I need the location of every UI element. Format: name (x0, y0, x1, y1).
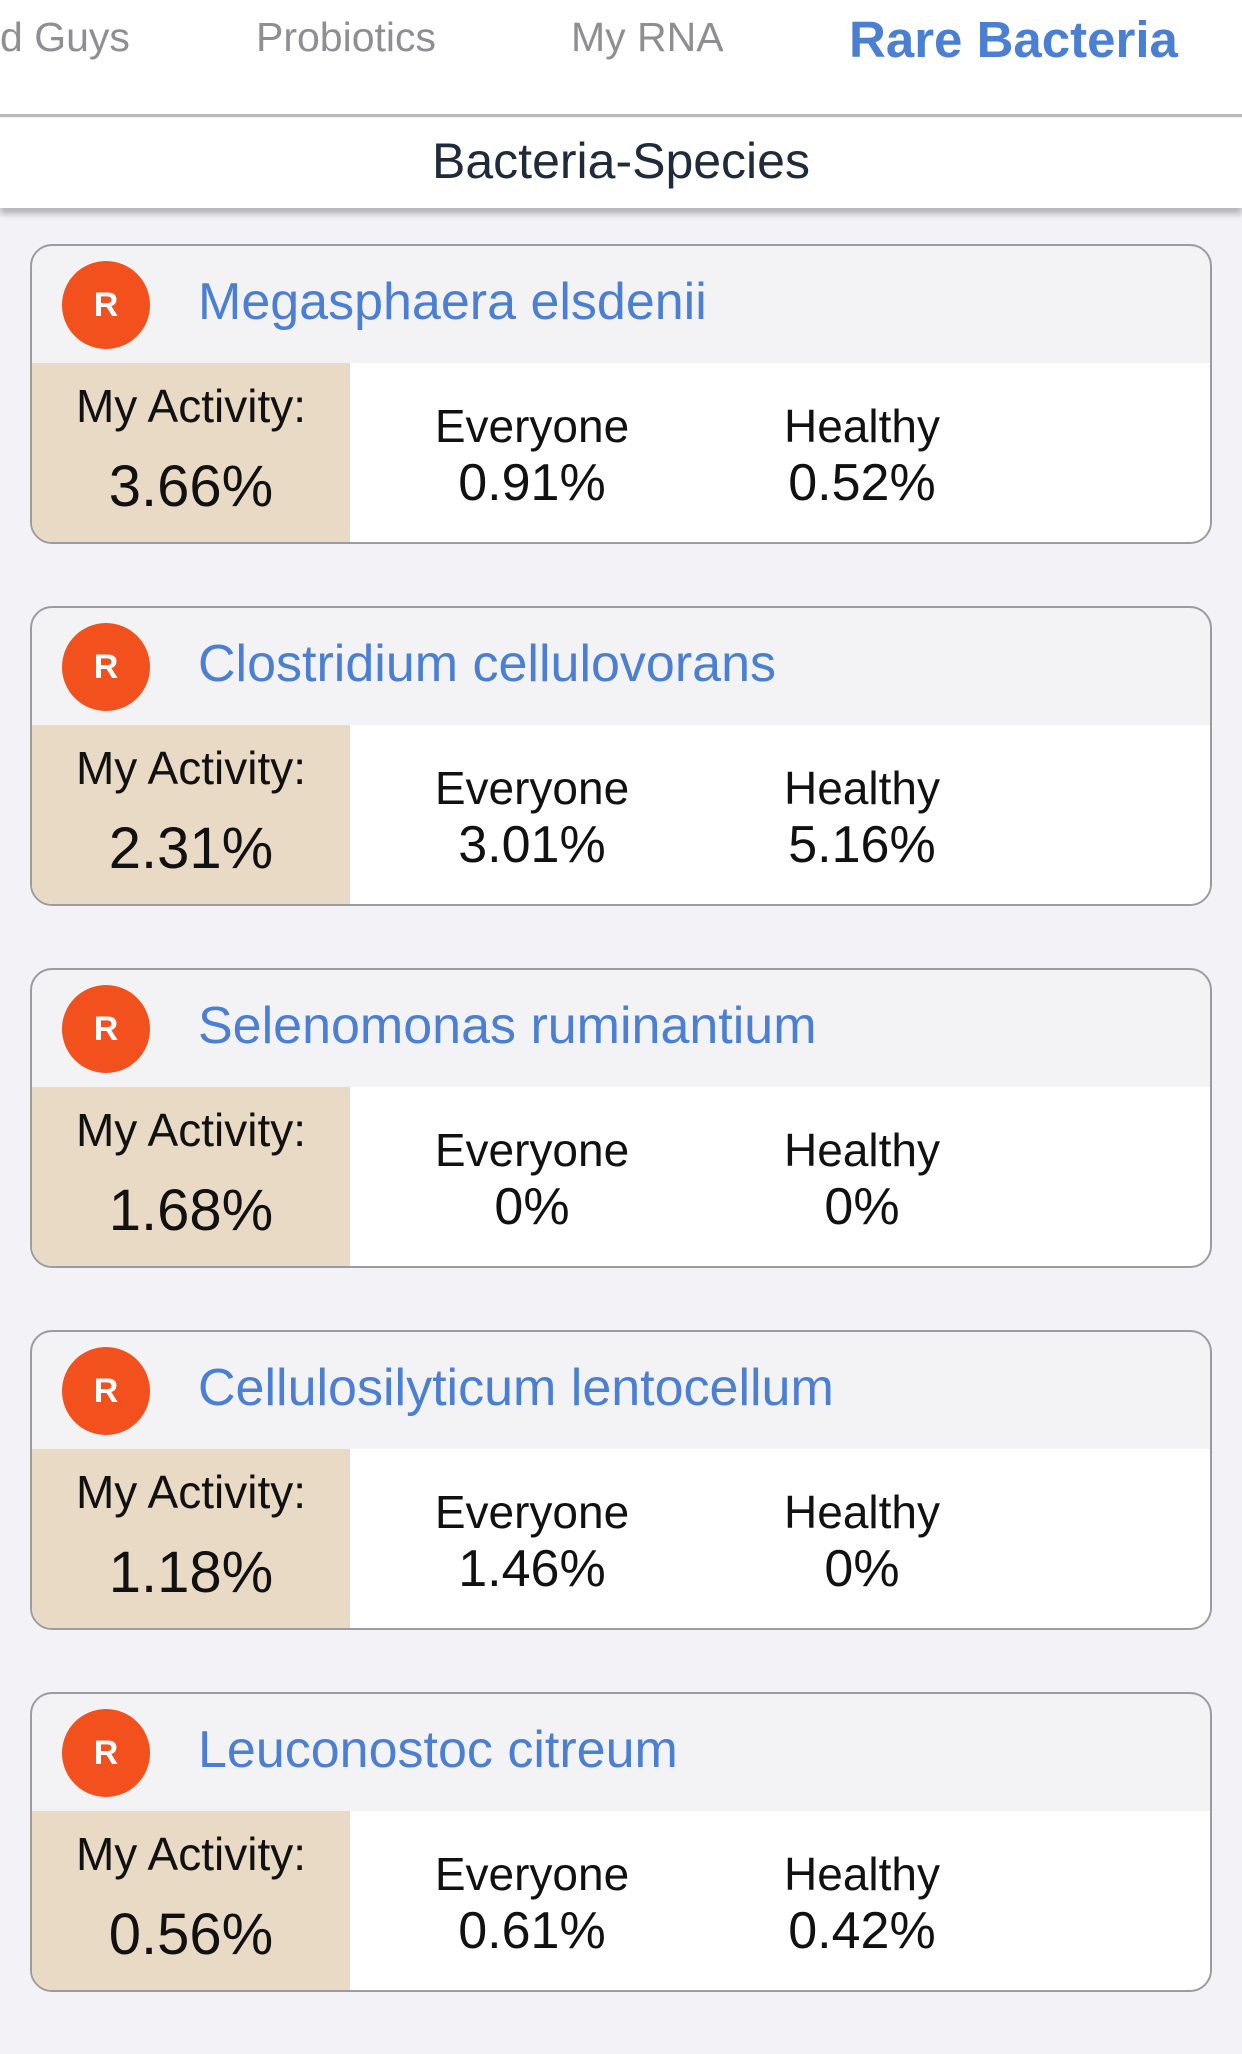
section-header: Bacteria-Species (0, 118, 1242, 208)
rare-badge: R (62, 261, 150, 349)
species-name[interactable]: Leuconostoc citreum (198, 1720, 678, 1780)
everyone-label: Everyone (434, 1486, 630, 1538)
everyone-value: 0.91% (458, 454, 606, 512)
my-activity-cell: My Activity: 1.68% (32, 1087, 350, 1266)
healthy-value: 0% (824, 1540, 900, 1598)
my-activity-value: 2.31% (108, 816, 274, 881)
tab-good-guys[interactable]: d Guys (0, 14, 130, 61)
everyone-label: Everyone (434, 1848, 630, 1900)
species-card-header: R Cellulosilyticum lentocellum (32, 1332, 1210, 1449)
my-activity-label: My Activity: (75, 1466, 307, 1518)
everyone-value: 3.01% (458, 816, 606, 874)
my-activity-label: My Activity: (75, 742, 307, 794)
healthy-value: 0.42% (788, 1902, 936, 1960)
species-list: R Megasphaera elsdenii My Activity: 3.66… (30, 244, 1212, 2054)
species-card-header: R Megasphaera elsdenii (32, 246, 1210, 363)
my-activity-cell: My Activity: 0.56% (32, 1811, 350, 1990)
my-activity-cell: My Activity: 2.31% (32, 725, 350, 904)
tab-rare-bacteria[interactable]: Rare Bacteria (849, 10, 1178, 69)
species-card-header: R Clostridium cellulovorans (32, 608, 1210, 725)
rare-badge: R (62, 985, 150, 1073)
species-card-stats: My Activity: 3.66% Everyone 0.91% Health… (32, 363, 1210, 542)
top-tab-bar: d Guys Probiotics My RNA Rare Bacteria (0, 0, 1242, 117)
species-name[interactable]: Selenomonas ruminantium (198, 996, 817, 1056)
tab-my-rna[interactable]: My RNA (571, 14, 724, 61)
species-card[interactable]: R Selenomonas ruminantium My Activity: 1… (30, 968, 1212, 1268)
my-activity-cell: My Activity: 3.66% (32, 363, 350, 542)
everyone-value: 0.61% (458, 1902, 606, 1960)
species-card[interactable]: R Clostridium cellulovorans My Activity:… (30, 606, 1212, 906)
everyone-label: Everyone (434, 400, 630, 452)
species-card-stats: My Activity: 2.31% Everyone 3.01% Health… (32, 725, 1210, 904)
healthy-value: 0% (824, 1178, 900, 1236)
everyone-value: 1.46% (458, 1540, 606, 1598)
species-name[interactable]: Clostridium cellulovorans (198, 634, 776, 694)
species-name[interactable]: Megasphaera elsdenii (198, 272, 707, 332)
my-activity-value: 1.68% (108, 1178, 274, 1243)
species-card[interactable]: R Leuconostoc citreum My Activity: 0.56%… (30, 1692, 1212, 1992)
rare-badge: R (62, 1347, 150, 1435)
rare-badge: R (62, 1709, 150, 1797)
tab-probiotics[interactable]: Probiotics (256, 14, 436, 61)
healthy-label: Healthy (784, 762, 940, 814)
section-title: Bacteria-Species (432, 133, 810, 189)
everyone-label: Everyone (434, 1124, 630, 1176)
my-activity-label: My Activity: (75, 380, 307, 432)
species-card-header: R Selenomonas ruminantium (32, 970, 1210, 1087)
my-activity-value: 0.56% (108, 1902, 274, 1967)
species-card-header: R Leuconostoc citreum (32, 1694, 1210, 1811)
species-card[interactable]: R Megasphaera elsdenii My Activity: 3.66… (30, 244, 1212, 544)
my-activity-value: 3.66% (108, 454, 274, 519)
species-card-stats: My Activity: 0.56% Everyone 0.61% Health… (32, 1811, 1210, 1990)
species-card-stats: My Activity: 1.68% Everyone 0% Healthy 0… (32, 1087, 1210, 1266)
my-activity-label: My Activity: (75, 1104, 307, 1156)
everyone-value: 0% (494, 1178, 570, 1236)
healthy-label: Healthy (784, 400, 940, 452)
healthy-label: Healthy (784, 1848, 940, 1900)
healthy-label: Healthy (784, 1486, 940, 1538)
my-activity-label: My Activity: (75, 1828, 307, 1880)
species-card[interactable]: R Cellulosilyticum lentocellum My Activi… (30, 1330, 1212, 1630)
healthy-value: 0.52% (788, 454, 936, 512)
my-activity-cell: My Activity: 1.18% (32, 1449, 350, 1628)
healthy-label: Healthy (784, 1124, 940, 1176)
rare-badge: R (62, 623, 150, 711)
everyone-label: Everyone (434, 762, 630, 814)
my-activity-value: 1.18% (108, 1540, 274, 1605)
species-name[interactable]: Cellulosilyticum lentocellum (198, 1358, 834, 1418)
species-card-stats: My Activity: 1.18% Everyone 1.46% Health… (32, 1449, 1210, 1628)
healthy-value: 5.16% (788, 816, 936, 874)
